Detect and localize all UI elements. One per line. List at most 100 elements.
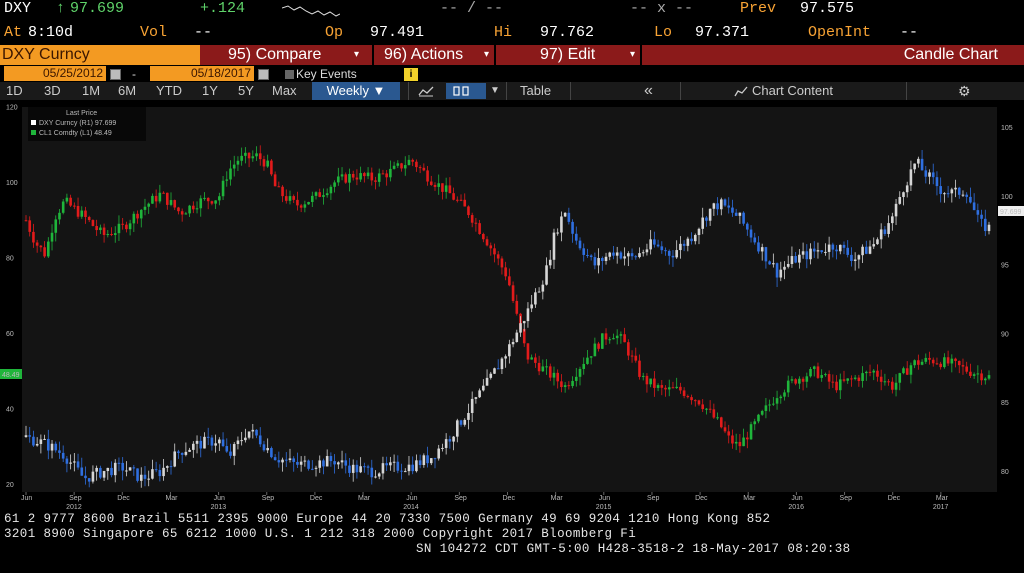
calendar-icon[interactable]	[110, 69, 121, 80]
dxy-candle	[612, 252, 615, 256]
ticker-field[interactable]: DXY Curncy	[0, 45, 200, 65]
dxy-candle	[857, 255, 861, 260]
dxy-candle	[422, 455, 426, 466]
dxy-candle	[842, 244, 846, 248]
dxy-candle	[426, 455, 429, 464]
dxy-candle	[47, 438, 50, 451]
dxy-candle	[180, 452, 184, 455]
dxy-candle	[597, 258, 600, 266]
dxy-candle	[891, 216, 894, 224]
candle-style-icon[interactable]	[446, 83, 486, 99]
cl1-candle	[805, 376, 809, 382]
range-1d[interactable]: 1D	[6, 82, 23, 100]
cl1-candle	[422, 167, 426, 171]
dxy-candle	[775, 263, 779, 278]
cl1-candle	[697, 400, 701, 405]
plot-area[interactable]	[22, 107, 997, 492]
cl1-candle	[273, 174, 277, 187]
cl1-candle	[902, 368, 905, 374]
cl1-candle	[154, 195, 158, 202]
compare-menu[interactable]: 95) Compare	[228, 45, 321, 65]
calendar-icon[interactable]	[258, 69, 269, 80]
chart-content-icon[interactable]	[734, 86, 748, 97]
range-1m[interactable]: 1M	[82, 82, 100, 100]
dxy-candle	[883, 229, 887, 234]
cl1-candle	[32, 231, 35, 243]
cl1-candle	[344, 174, 348, 183]
dxy-candle	[359, 466, 362, 473]
cl1-candle	[296, 199, 299, 206]
cl1-candle	[229, 168, 232, 180]
edit-menu[interactable]: 97) Edit	[540, 45, 595, 65]
chevron-down-icon[interactable]: ▾	[630, 45, 635, 65]
right-tick-label: 80	[1001, 469, 1009, 476]
year-label: 2015	[596, 504, 612, 511]
x-tick-label: Dec	[310, 495, 323, 502]
cl1-candle	[567, 385, 571, 387]
cl1-candle	[764, 405, 768, 411]
cl1-candle	[857, 377, 861, 382]
cl1-candle	[84, 210, 87, 217]
time-label: At	[4, 24, 23, 41]
chevron-down-icon[interactable]: ▼	[490, 82, 500, 100]
dxy-candle	[247, 431, 251, 438]
dxy-candle	[931, 172, 935, 178]
dxy-candle	[348, 465, 351, 473]
low-label: Lo	[654, 24, 673, 41]
gear-icon[interactable]: ⚙	[958, 82, 971, 100]
info-icon[interactable]: i	[404, 68, 418, 81]
range-5y[interactable]: 5Y	[238, 82, 254, 100]
cl1-candle	[582, 363, 586, 369]
dxy-candle	[363, 466, 366, 468]
range-3d[interactable]: 3D	[44, 82, 61, 100]
end-date-field[interactable]: 05/18/2017	[150, 66, 254, 81]
table-button[interactable]: Table	[520, 82, 551, 100]
dxy-candle	[917, 158, 920, 164]
key-events-checkbox[interactable]	[285, 70, 294, 79]
period-dropdown[interactable]: Weekly ▼	[312, 82, 400, 100]
candle-chart[interactable]: 20 40 60 80 100 120 80 85 90 95 100 105 Jun Sep Dec M…	[0, 101, 1024, 512]
cl1-candle	[232, 164, 236, 169]
cl1-candle	[615, 335, 619, 339]
left-tick-label: 80	[6, 255, 14, 262]
cl1-candle	[853, 377, 857, 379]
dxy-candle	[229, 451, 232, 456]
dxy-candle	[173, 451, 177, 467]
cl1-candle	[753, 421, 757, 425]
chart-toolbar: 1D 3D 1M 6M YTD 1Y 5Y Max Weekly ▼ ▼ Tab…	[0, 82, 1024, 100]
cl1-candle	[359, 173, 362, 180]
range-max[interactable]: Max	[272, 82, 297, 100]
cl1-candle	[24, 220, 28, 222]
range-1y[interactable]: 1Y	[202, 82, 218, 100]
actions-menu[interactable]: 96) Actions	[384, 45, 463, 65]
dxy-candle	[61, 452, 65, 459]
cl1-candle	[236, 160, 240, 165]
chevron-down-icon[interactable]: ▾	[354, 45, 359, 65]
dxy-candle	[482, 385, 485, 391]
chevron-down-icon[interactable]: ▾	[484, 45, 489, 65]
cl1-candle	[801, 378, 805, 382]
cl1-candle	[377, 173, 381, 182]
dxy-candle	[712, 203, 716, 209]
dxy-candle	[110, 467, 113, 476]
range-ytd[interactable]: YTD	[156, 82, 182, 100]
cl1-candle	[969, 371, 972, 376]
line-chart-icon[interactable]	[418, 85, 434, 97]
dxy-candle	[50, 443, 54, 451]
cl1-candle	[883, 381, 887, 383]
chart-content-button[interactable]: Chart Content	[752, 82, 833, 100]
cl1-candle	[337, 176, 340, 183]
cl1-candle	[746, 437, 749, 440]
cl1-candle	[738, 441, 742, 447]
dxy-candle	[757, 242, 760, 252]
collapse-icon[interactable]: «	[644, 82, 653, 100]
cl1-candle	[184, 213, 188, 215]
cl1-candle	[638, 360, 641, 377]
cl1-candle	[415, 161, 418, 168]
cl1-candle	[957, 360, 961, 366]
cl1-candle	[255, 153, 258, 157]
cl1-candle	[835, 381, 838, 391]
key-events-label[interactable]: Key Events	[296, 66, 357, 82]
start-date-field[interactable]: 05/25/2012	[4, 66, 106, 81]
range-6m[interactable]: 6M	[118, 82, 136, 100]
